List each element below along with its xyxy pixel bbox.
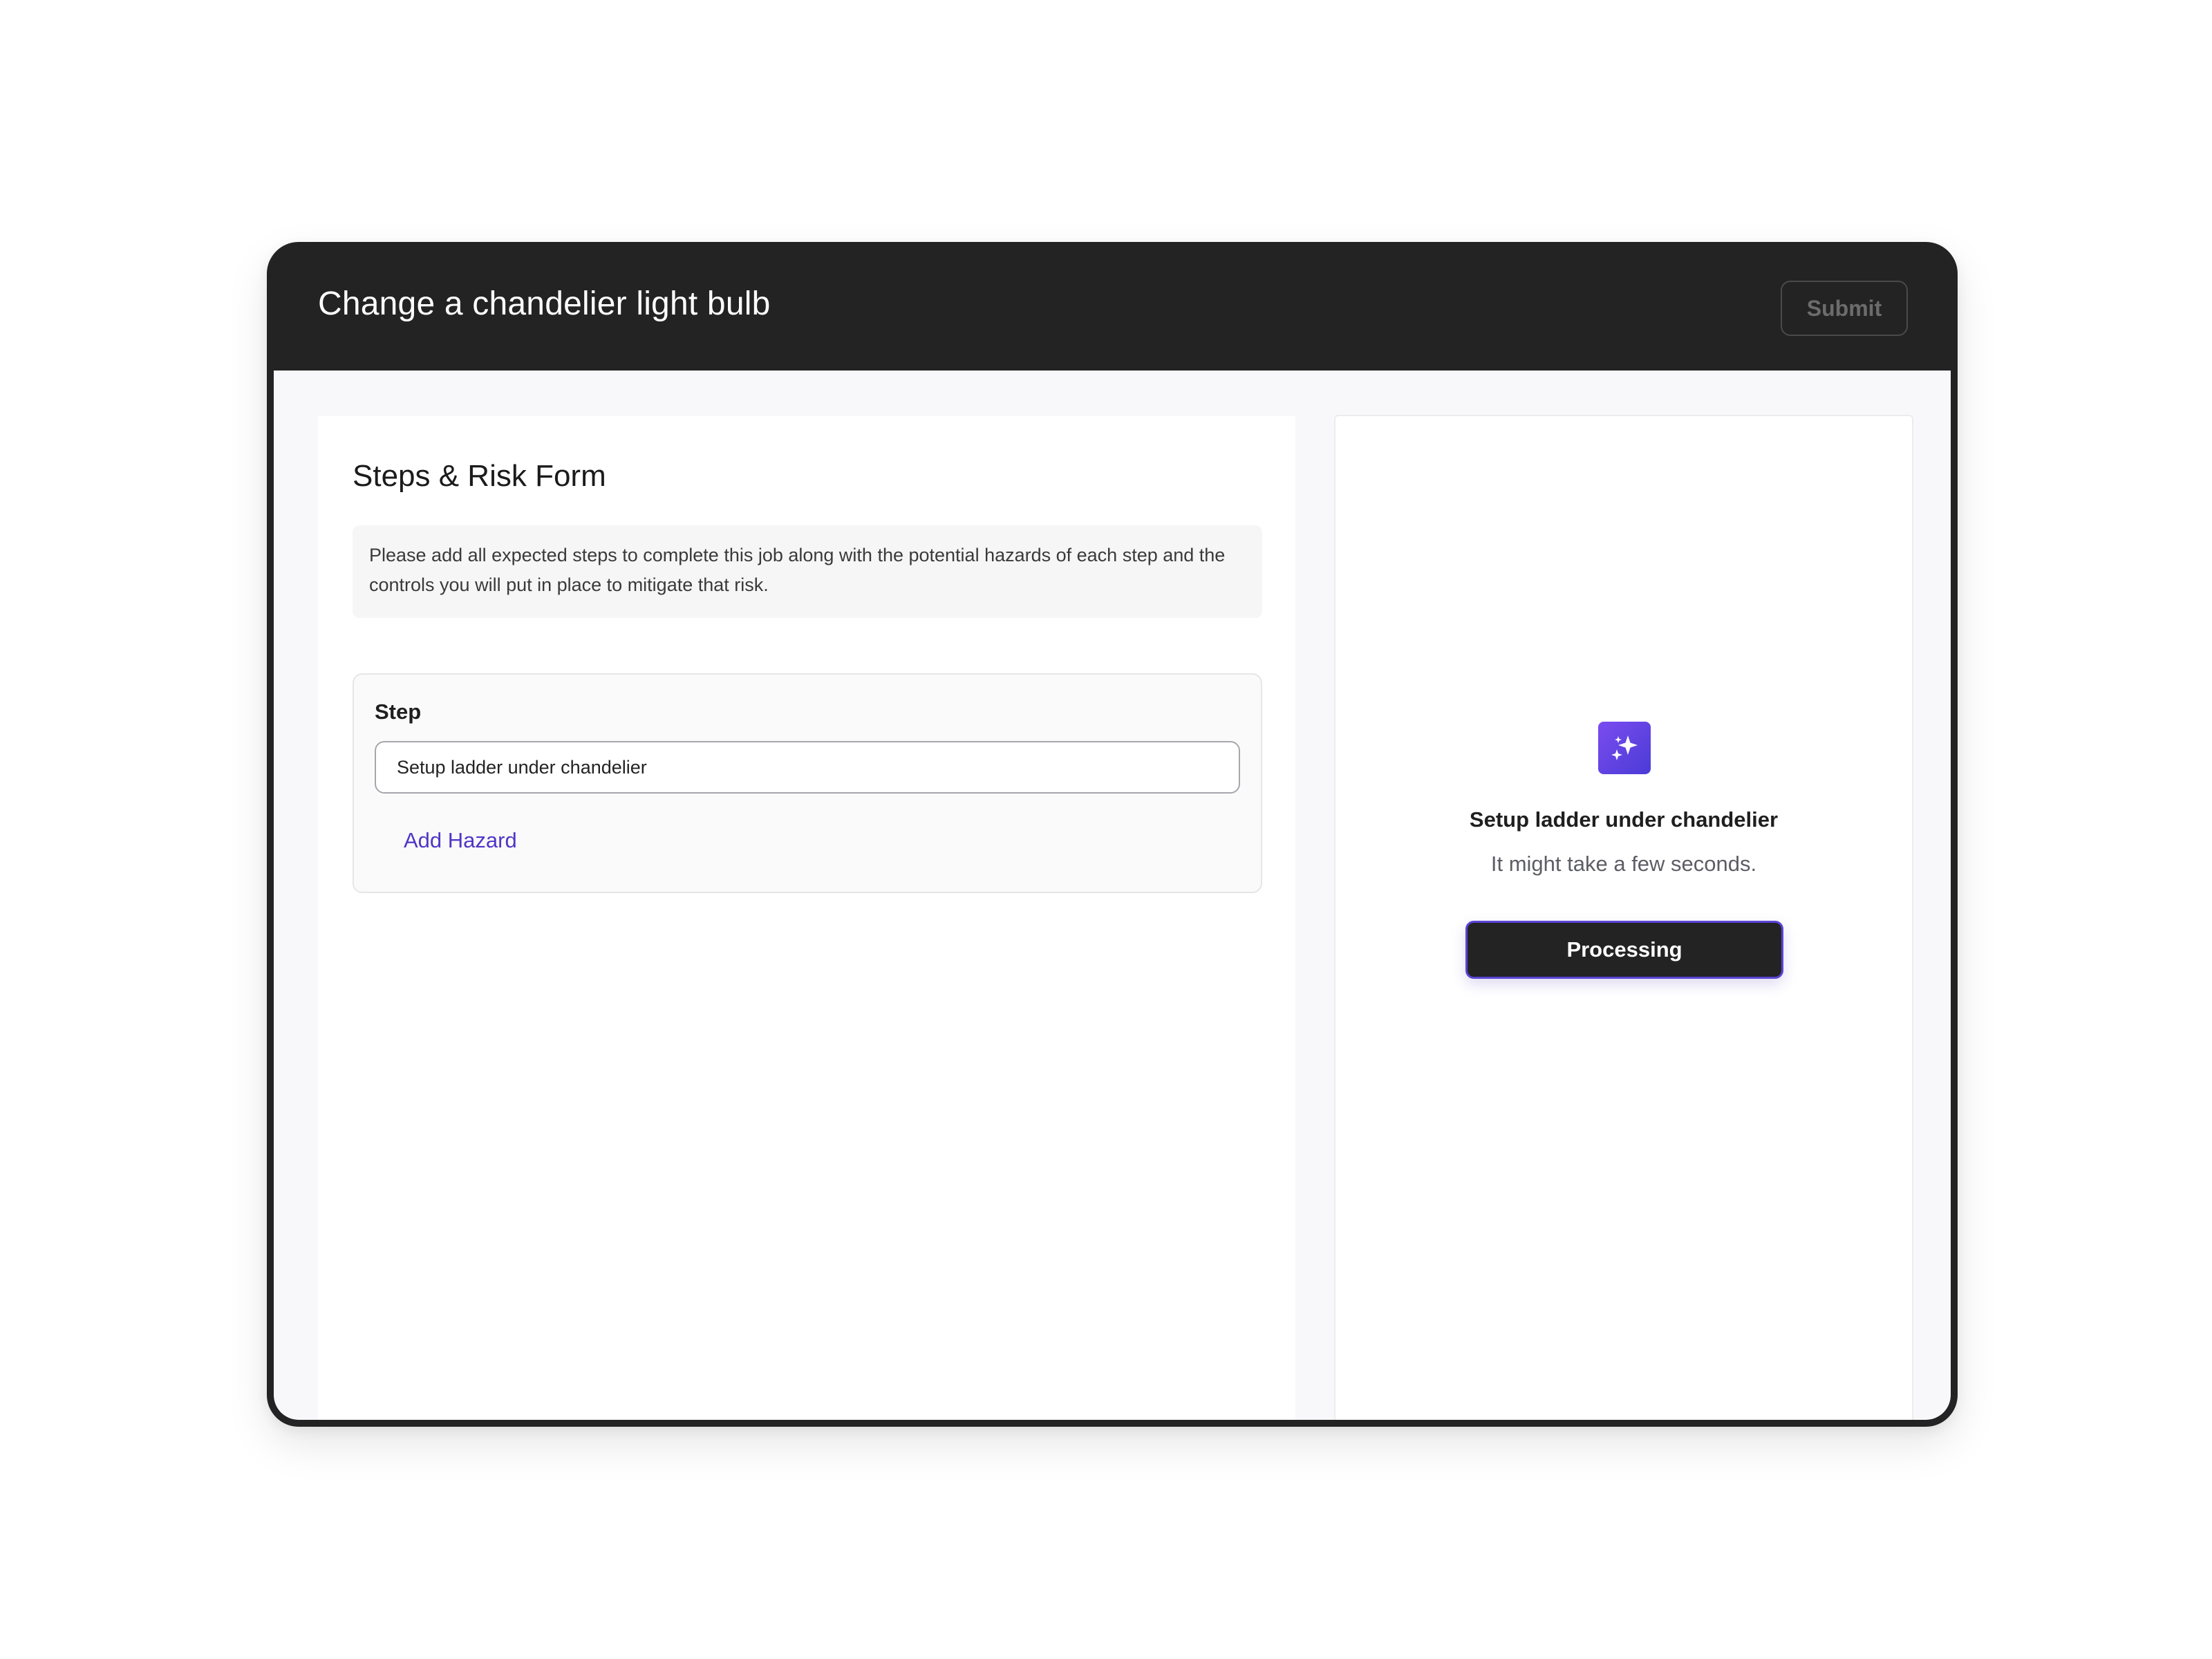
sparkles-icon bbox=[1598, 722, 1651, 774]
app-window: Change a chandelier light bulb Submit St… bbox=[267, 242, 1958, 1427]
step-label: Step bbox=[375, 700, 422, 724]
processing-button[interactable]: Processing bbox=[1465, 921, 1783, 979]
processing-panel: Setup ladder under chandelier It might t… bbox=[1334, 415, 1913, 1420]
step-input[interactable] bbox=[375, 741, 1240, 794]
step-card: Step Add Hazard bbox=[353, 673, 1262, 893]
sparkles-icon-glyph bbox=[1611, 735, 1638, 760]
form-title: Steps & Risk Form bbox=[353, 459, 606, 493]
submit-button[interactable]: Submit bbox=[1781, 281, 1908, 336]
processing-step-title: Setup ladder under chandelier bbox=[1469, 807, 1779, 832]
page-title: Change a chandelier light bulb bbox=[318, 285, 771, 322]
form-instructions: Please add all expected steps to complet… bbox=[353, 525, 1262, 618]
content-area: Steps & Risk Form Please add all expecte… bbox=[274, 371, 1951, 1420]
processing-subtitle: It might take a few seconds. bbox=[1490, 852, 1757, 876]
header-bar: Change a chandelier light bulb Submit bbox=[267, 242, 1958, 371]
steps-risk-form-panel: Steps & Risk Form Please add all expecte… bbox=[318, 416, 1295, 1420]
add-hazard-link[interactable]: Add Hazard bbox=[404, 828, 517, 853]
